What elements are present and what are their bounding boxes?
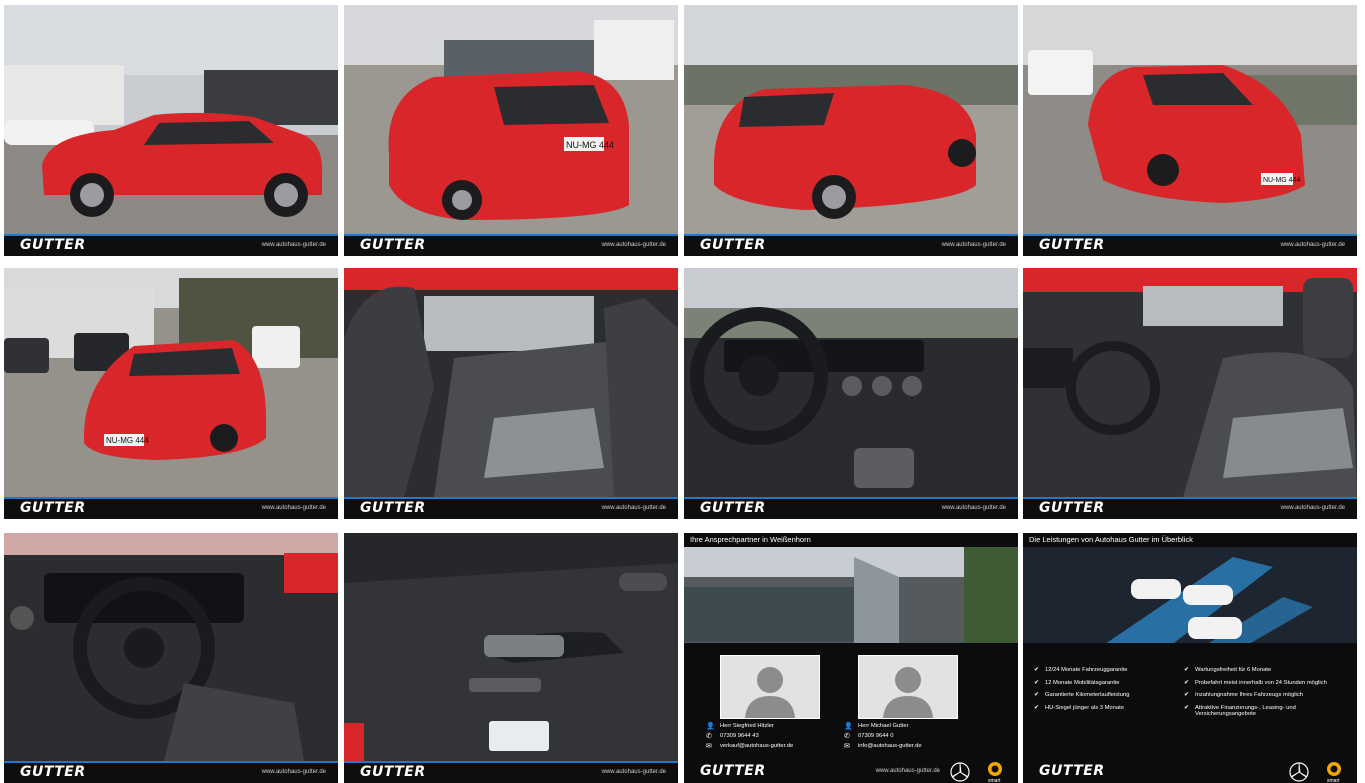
- service-item: Inzahlungnahme Ihres Fahrzeugs möglich: [1173, 691, 1353, 698]
- service-item: Wartungsfreiheit für 6 Monate: [1173, 666, 1353, 673]
- gutter-logo: GUTTER: [1039, 237, 1105, 253]
- contact-tile[interactable]: Ihre Ansprechpartner in Weißenhorn 👤 Her…: [684, 533, 1018, 783]
- brand-bar: GUTTER www.autohaus-gutter.de: [344, 497, 678, 519]
- service-item: Garantierte Kilometerlaufleistung: [1023, 691, 1173, 698]
- person-icon: 👤: [706, 723, 715, 730]
- gutter-logo: GUTTER: [1039, 500, 1105, 516]
- rear-seats-image: [344, 268, 678, 497]
- contact-name: 👤 Herr Siegfried Hitzler: [706, 723, 774, 730]
- gutter-logo: GUTTER: [20, 764, 86, 780]
- cockpit-image: [4, 533, 338, 761]
- gutter-logo: GUTTER: [360, 500, 426, 516]
- brand-url: www.autohaus-gutter.de: [261, 505, 326, 511]
- brand-url: www.autohaus-gutter.de: [261, 769, 326, 775]
- brand-bar: GUTTER www.autohaus-gutter.de: [1023, 234, 1357, 256]
- contact-phone[interactable]: ✆ 07309 9644 43: [684, 733, 824, 740]
- car-side-left-image: [4, 5, 338, 234]
- brand-bar: GUTTER smart: [1023, 759, 1357, 783]
- car-front-right-image: NU-MG 444: [1023, 5, 1357, 234]
- smart-logo-icon: smart: [988, 762, 1002, 783]
- brand-url: www.autohaus-gutter.de: [601, 505, 666, 511]
- contact-name: 👤 Herr Michael Gutter: [844, 723, 909, 730]
- brand-url: www.autohaus-gutter.de: [601, 242, 666, 248]
- contact-card-2: 👤 Herr Michael Gutter ✆ 07309 9644 0 ✉ i…: [822, 655, 962, 750]
- contact-phone[interactable]: ✆ 07309 9644 0: [822, 733, 962, 740]
- phone-icon: ✆: [706, 733, 712, 740]
- brand-bar: GUTTER www.autohaus-gutter.de: [684, 234, 1018, 256]
- person-silhouette-icon: [720, 655, 820, 719]
- brand-url: www.autohaus-gutter.de: [601, 769, 666, 775]
- gutter-logo: GUTTER: [360, 237, 426, 253]
- plate-text: NU-MG 444: [566, 140, 614, 150]
- service-item: 12/24 Monate Fahrzeuggarantie: [1023, 666, 1173, 673]
- services-tile[interactable]: Die Leistungen von Autohaus Gutter im Üb…: [1023, 533, 1357, 783]
- brand-bar: GUTTER www.autohaus-gutter.de: [4, 234, 338, 256]
- gutter-logo: GUTTER: [700, 237, 766, 253]
- gutter-logo: GUTTER: [1039, 763, 1105, 779]
- smart-label: smart: [1327, 778, 1340, 783]
- gallery-photo-3[interactable]: GUTTER www.autohaus-gutter.de: [684, 5, 1018, 256]
- contact-email[interactable]: ✉ info@autohaus-gutter.de: [822, 743, 962, 750]
- service-item: HU-Siegel jünger als 3 Monate: [1023, 704, 1173, 711]
- gutter-logo: GUTTER: [700, 500, 766, 516]
- service-item: Attraktive Finanzierungs-, Leasing- und …: [1173, 704, 1353, 717]
- gutter-logo: GUTTER: [360, 764, 426, 780]
- mail-icon: ✉: [706, 743, 712, 750]
- person-silhouette-icon: [858, 655, 958, 719]
- gallery-photo-10[interactable]: GUTTER www.autohaus-gutter.de: [344, 533, 678, 783]
- gallery-photo-6[interactable]: GUTTER www.autohaus-gutter.de: [344, 268, 678, 519]
- service-item: Probefahrt meist innerhalb von 24 Stunde…: [1173, 679, 1353, 686]
- service-item: 12 Monate Mobilitätsgarantie: [1023, 679, 1173, 686]
- services-heading: Die Leistungen von Autohaus Gutter im Üb…: [1023, 533, 1357, 547]
- door-panel-image: [344, 533, 678, 761]
- services-right-column: Wartungsfreiheit für 6 Monate Probefahrt…: [1173, 666, 1353, 723]
- gallery-photo-5[interactable]: NU-MG 444 GUTTER www.autohaus-gutter.de: [4, 268, 338, 519]
- gutter-logo: GUTTER: [700, 763, 766, 779]
- brand-url: www.autohaus-gutter.de: [941, 242, 1006, 248]
- brand-bar: GUTTER www.autohaus-gutter.de smart: [684, 759, 1018, 783]
- mercedes-star-icon: [1289, 762, 1309, 782]
- services-left-column: 12/24 Monate Fahrzeuggarantie 12 Monate …: [1023, 666, 1173, 717]
- gutter-logo: GUTTER: [20, 237, 86, 253]
- brand-url: www.autohaus-gutter.de: [1280, 242, 1345, 248]
- gallery-photo-4[interactable]: NU-MG 444 GUTTER www.autohaus-gutter.de: [1023, 5, 1357, 256]
- brand-bar: GUTTER www.autohaus-gutter.de: [684, 497, 1018, 519]
- services-cars-image: [1023, 547, 1357, 659]
- contact-heading: Ihre Ansprechpartner in Weißenhorn: [684, 533, 1018, 547]
- mail-icon: ✉: [844, 743, 850, 750]
- plate-text: NU-MG 444: [106, 436, 149, 445]
- gallery-grid: GUTTER www.autohaus-gutter.de NU-MG 444 …: [0, 0, 1365, 783]
- brand-bar: GUTTER www.autohaus-gutter.de: [4, 761, 338, 783]
- smart-label: smart: [988, 778, 1001, 783]
- dashboard-image: [684, 268, 1018, 497]
- car-front-left-image: NU-MG 444: [4, 268, 338, 497]
- brand-bar: GUTTER www.autohaus-gutter.de: [1023, 497, 1357, 519]
- gutter-logo: GUTTER: [20, 500, 86, 516]
- brand-url: www.autohaus-gutter.de: [875, 768, 940, 774]
- gallery-photo-8[interactable]: GUTTER www.autohaus-gutter.de: [1023, 268, 1357, 519]
- gallery-photo-9[interactable]: GUTTER www.autohaus-gutter.de: [4, 533, 338, 783]
- brand-bar: GUTTER www.autohaus-gutter.de: [344, 234, 678, 256]
- front-seats-image: [1023, 268, 1357, 497]
- car-rear-right-image: [684, 5, 1018, 234]
- mercedes-star-icon: [950, 762, 970, 782]
- brand-url: www.autohaus-gutter.de: [1280, 505, 1345, 511]
- gallery-photo-1[interactable]: GUTTER www.autohaus-gutter.de: [4, 5, 338, 256]
- contact-card-1: 👤 Herr Siegfried Hitzler ✆ 07309 9644 43…: [684, 655, 824, 750]
- contact-email[interactable]: ✉ verkauf@autohaus-gutter.de: [684, 743, 824, 750]
- gallery-photo-2[interactable]: NU-MG 444 GUTTER www.autohaus-gutter.de: [344, 5, 678, 256]
- smart-logo-icon: smart: [1327, 762, 1341, 783]
- brand-bar: GUTTER www.autohaus-gutter.de: [344, 761, 678, 783]
- dealership-image: [684, 547, 1018, 657]
- car-rear-left-image: NU-MG 444: [344, 5, 678, 234]
- gallery-photo-7[interactable]: GUTTER www.autohaus-gutter.de: [684, 268, 1018, 519]
- brand-url: www.autohaus-gutter.de: [261, 242, 326, 248]
- phone-icon: ✆: [844, 733, 850, 740]
- brand-url: www.autohaus-gutter.de: [941, 505, 1006, 511]
- brand-bar: GUTTER www.autohaus-gutter.de: [4, 497, 338, 519]
- person-icon: 👤: [844, 723, 853, 730]
- plate-text: NU-MG 444: [1263, 177, 1300, 184]
